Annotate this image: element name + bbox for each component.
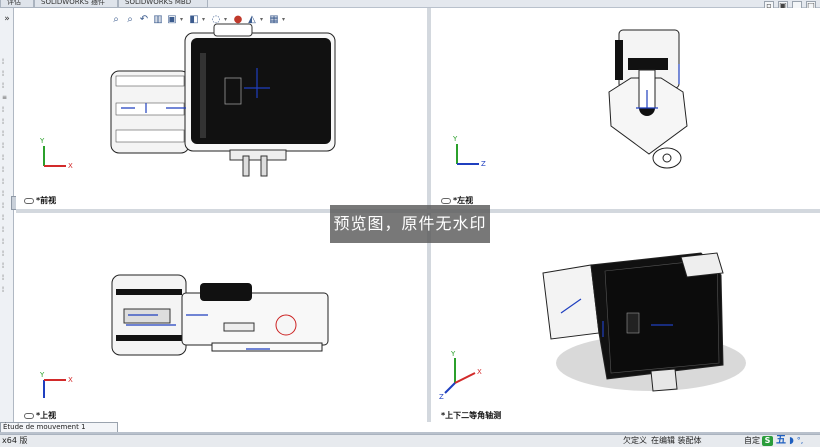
viewport-left[interactable]: Y Z *左视: [431, 8, 820, 209]
expand-pane-button[interactable]: »: [1, 14, 13, 28]
section-view-icon[interactable]: ▥: [152, 13, 164, 25]
scene-icon[interactable]: ◭: [246, 13, 258, 25]
feature-manager-pane: » ¦ ¦ ¦ ≡ ¦ ¦ ¦ ¦ ¦ ¦ ¦ ¦ ¦ ¦ ¦ ¦ ¦ ¦ ¦ ¦: [0, 8, 14, 422]
triad-left: Y Z: [452, 135, 486, 168]
editing-status: 在编辑 装配体: [651, 436, 702, 445]
heads-up-view-toolbar: ⌕ ⌕ ↶ ▥ ▣ ▾ ◧ ▾ ◌ ▾ ● ◭ ▾ ▦ ▾: [110, 11, 288, 27]
isometric-view-model: Y X Z: [439, 252, 746, 401]
previous-view-icon[interactable]: ↶: [138, 13, 150, 25]
chevron-down-icon[interactable]: ▾: [282, 16, 288, 23]
svg-text:Y: Y: [452, 135, 458, 143]
ime-toolbar: S 五 ◗ °,: [762, 435, 803, 447]
svg-text:X: X: [68, 376, 73, 384]
tab-solidworks-mbd[interactable]: SOLIDWORKS MBD: [118, 0, 208, 8]
side-profile: [608, 29, 688, 169]
units-custom-button[interactable]: 自定: [744, 435, 760, 447]
viewport-label-isometric: *上下二等角轴测: [441, 411, 502, 420]
triad-top: Y X: [39, 371, 73, 398]
svg-text:Y: Y: [450, 350, 456, 358]
status-bar: x64 版 欠定义 在编辑 装配体 自定 S 五 ◗ °,: [0, 434, 820, 447]
camera-icon: [441, 197, 451, 204]
svg-text:X: X: [477, 368, 482, 376]
viewport-top[interactable]: Y X *上视: [16, 213, 427, 422]
tab-evaluate[interactable]: 评估: [0, 0, 34, 8]
svg-text:Z: Z: [481, 160, 486, 168]
svg-text:X: X: [68, 162, 73, 170]
view-settings-icon[interactable]: ▦: [268, 13, 280, 25]
viewport-isometric[interactable]: Y X Z *上下二等角轴测: [431, 213, 820, 422]
viewport-label-front: *前视: [24, 195, 56, 206]
triad-front: Y X: [39, 137, 73, 170]
command-manager-tabs: 评估 SOLIDWORKS 插件 SOLIDWORKS MBD: [0, 0, 820, 8]
pane-markers: ¦ ¦ ¦ ≡ ¦ ¦ ¦ ¦ ¦ ¦ ¦ ¦ ¦ ¦ ¦ ¦ ¦ ¦ ¦ ¦: [2, 58, 8, 293]
viewport-label-top: *上视: [24, 410, 56, 421]
preview-watermark: 预览图，原件无水印: [330, 205, 490, 243]
hide-show-icon[interactable]: ◌: [210, 13, 222, 25]
top-view-model: Y X: [39, 274, 329, 398]
viewport-front[interactable]: Y X *前视: [16, 8, 427, 209]
version-label: x64 版: [2, 436, 28, 445]
tab-motion-study[interactable]: Étude de mouvement 1: [0, 422, 118, 432]
tab-solidworks-addins[interactable]: SOLIDWORKS 插件: [34, 0, 118, 8]
battery-module: [110, 70, 190, 154]
camera-icon: [24, 197, 34, 204]
zoom-area-icon[interactable]: ⌕: [124, 13, 136, 25]
zoom-to-fit-icon[interactable]: ⌕: [110, 13, 122, 25]
half-width-icon[interactable]: ◗: [789, 435, 794, 447]
display-style-icon[interactable]: ◧: [188, 13, 200, 25]
chevron-down-icon[interactable]: ▾: [260, 16, 266, 23]
definition-status: 欠定义: [623, 436, 647, 445]
sogou-ime-icon[interactable]: S: [762, 436, 773, 446]
chevron-down-icon[interactable]: ▾: [180, 16, 186, 23]
left-view-model: Y Z: [452, 29, 688, 169]
appearance-icon[interactable]: ●: [232, 13, 244, 25]
svg-text:Y: Y: [39, 371, 45, 379]
mount-bracket: [229, 149, 287, 177]
chevron-down-icon[interactable]: ▾: [202, 16, 208, 23]
chevron-down-icon[interactable]: ▾: [224, 16, 230, 23]
front-view-model: Y X: [39, 23, 336, 177]
view-orientation-icon[interactable]: ▣: [166, 13, 178, 25]
camera-icon: [24, 412, 34, 419]
solidworks-window: 评估 SOLIDWORKS 插件 SOLIDWORKS MBD ▫ ▣ _ □ …: [0, 0, 820, 447]
wubi-mode-icon[interactable]: 五: [776, 435, 786, 447]
svg-text:Y: Y: [39, 137, 45, 145]
triad-iso: Y X Z: [439, 350, 482, 401]
svg-text:Z: Z: [439, 393, 444, 401]
punctuation-icon[interactable]: °,: [797, 435, 804, 447]
